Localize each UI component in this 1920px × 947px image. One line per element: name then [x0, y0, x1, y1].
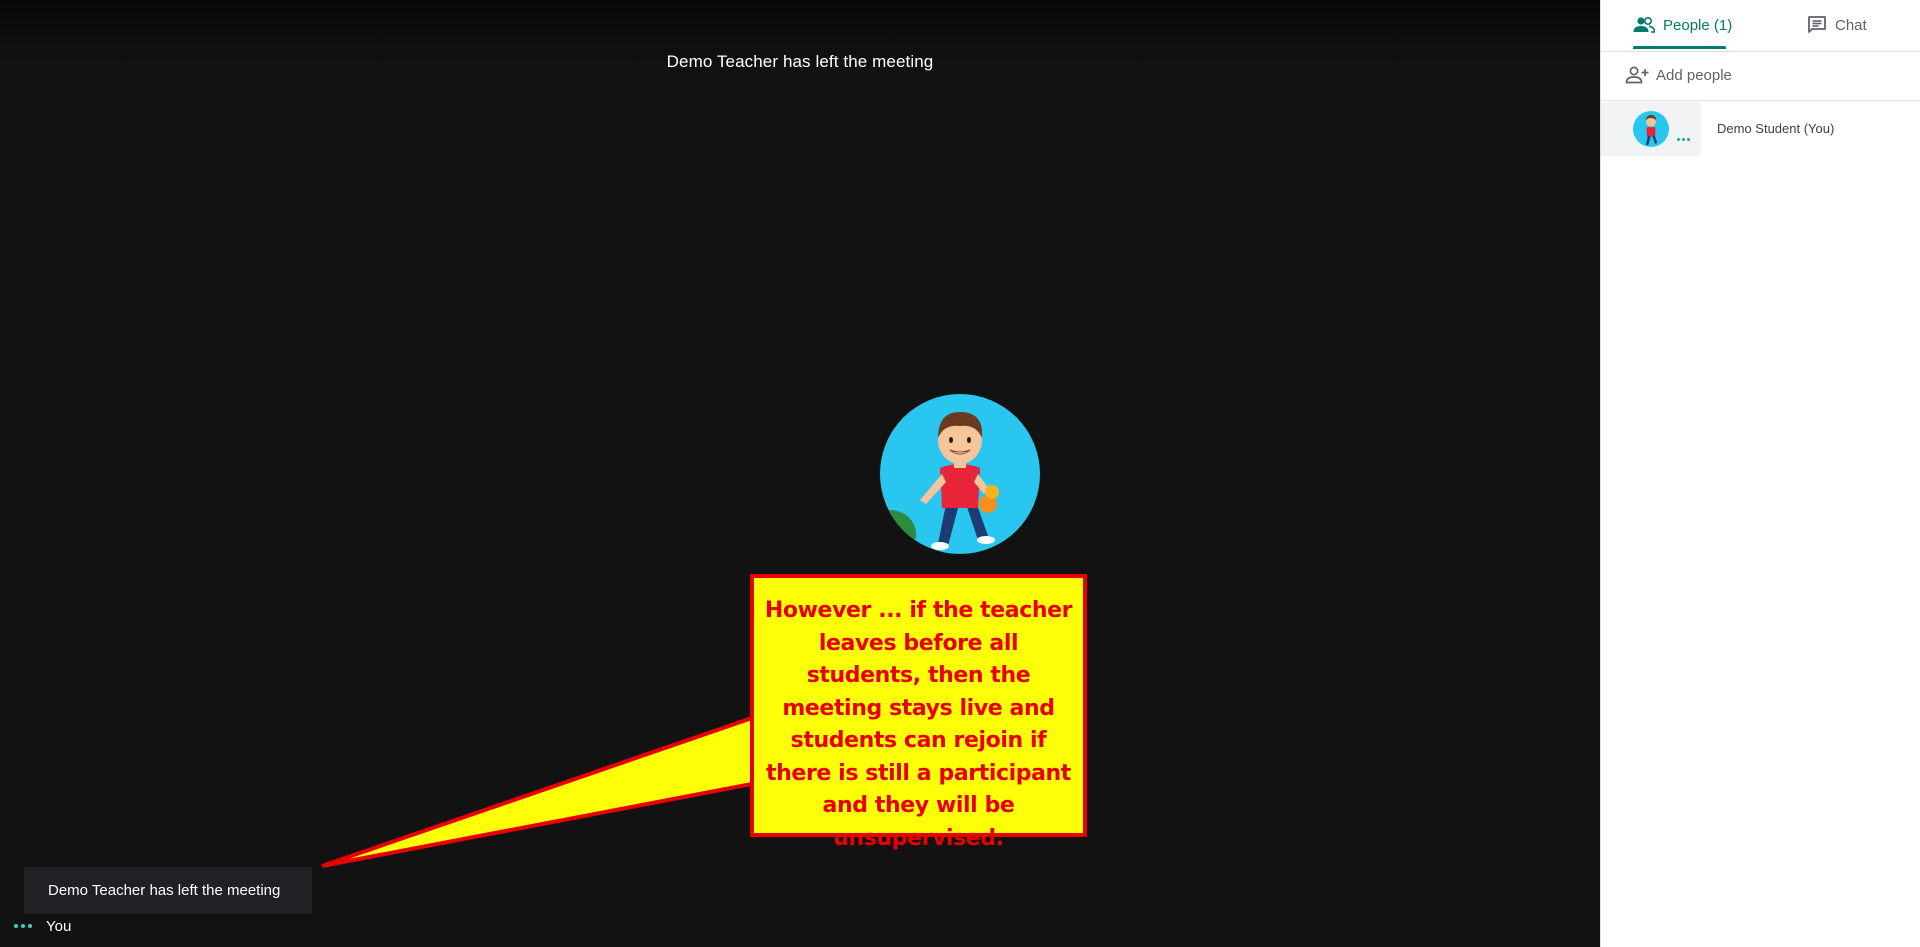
tab-chat-label: Chat — [1835, 16, 1867, 34]
participant-small-avatar — [1633, 111, 1669, 147]
add-people-divider — [1601, 100, 1920, 101]
side-panel: People (1) Chat Add people Demo Student … — [1600, 0, 1920, 947]
tabs-divider — [1601, 51, 1920, 52]
self-tile-label: You — [12, 916, 71, 936]
participant-row[interactable]: Demo Student (You) — [1601, 102, 1920, 156]
participant-avatar — [880, 394, 1040, 554]
participant-name: Demo Student (You) — [1717, 121, 1835, 136]
participant-avatar-cell — [1601, 102, 1701, 156]
tab-chat[interactable]: Chat — [1807, 0, 1867, 50]
self-name: You — [46, 917, 72, 935]
panel-tabs: People (1) Chat — [1601, 0, 1920, 50]
active-tab-indicator — [1633, 46, 1726, 49]
chat-icon — [1807, 15, 1827, 35]
tab-people[interactable]: People (1) — [1633, 0, 1732, 50]
more-options-icon[interactable] — [14, 924, 32, 928]
add-people-label: Add people — [1656, 66, 1732, 84]
add-person-icon — [1625, 66, 1649, 84]
notification-toast: Demo Teacher has left the meeting — [24, 867, 312, 914]
tab-people-label: People (1) — [1663, 16, 1733, 34]
meeting-stage: However ... if the teacher leaves before… — [0, 0, 1600, 947]
left-meeting-banner: Demo Teacher has left the meeting — [666, 52, 934, 71]
people-icon — [1633, 17, 1655, 33]
add-people-button[interactable]: Add people — [1625, 62, 1732, 88]
annotation-callout: However ... if the teacher leaves before… — [750, 574, 1087, 851]
speaking-indicator-icon — [1677, 138, 1690, 141]
